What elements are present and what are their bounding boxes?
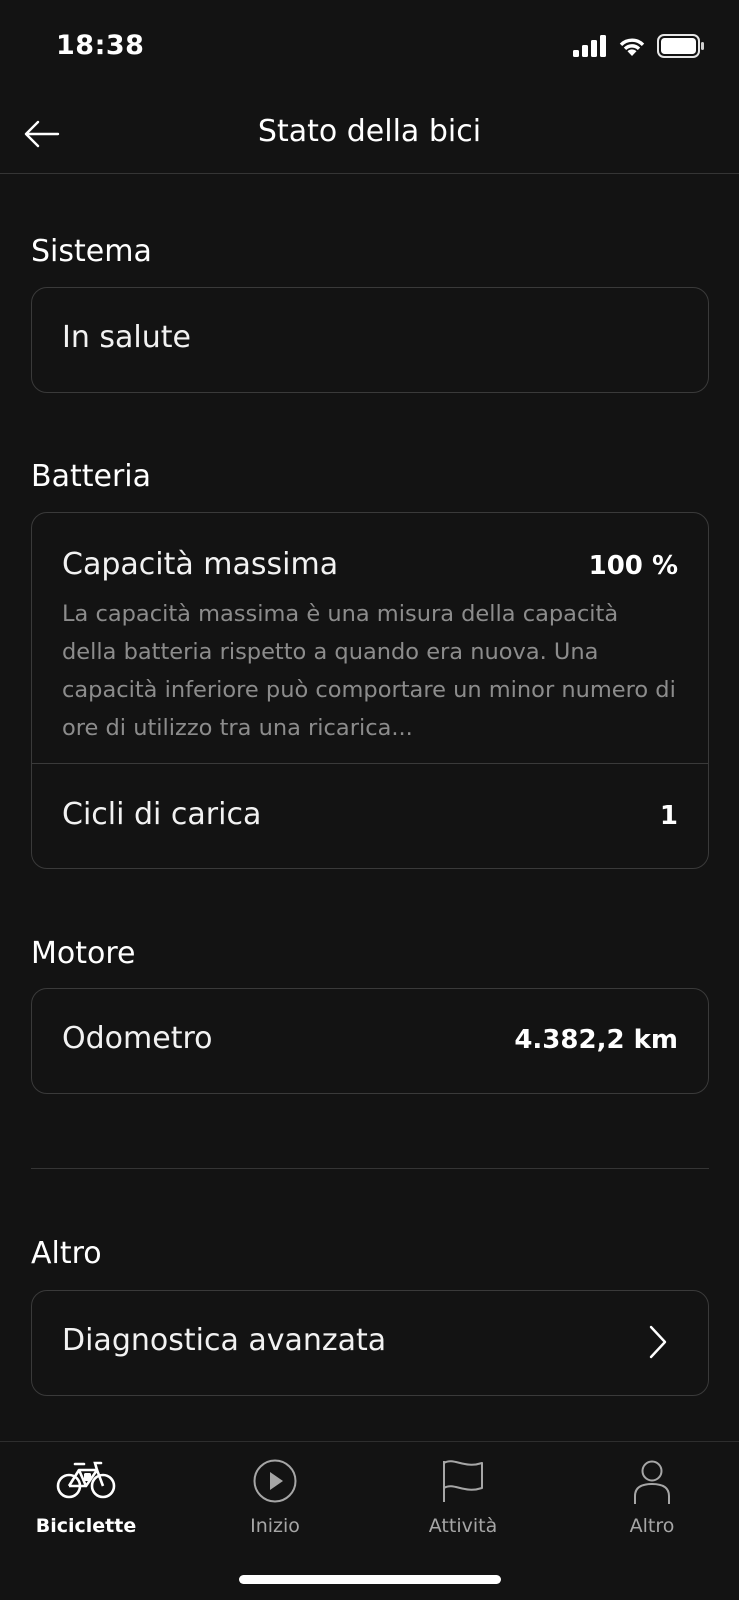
advanced-diagnostics-label: Diagnostica avanzata <box>62 1323 387 1358</box>
page-title: Stato della bici <box>257 114 482 149</box>
tab-inizio[interactable]: Inizio <box>195 1442 355 1562</box>
cellular-signal-icon <box>573 35 606 57</box>
status-time: 18:38 <box>56 30 145 61</box>
system-status-row: In salute <box>32 288 708 394</box>
charge-cycles-value: 1 <box>659 801 678 831</box>
tab-biciclette[interactable]: Biciclette <box>6 1442 166 1562</box>
status-bar: 18:38 <box>0 0 739 96</box>
capacity-value: 100 % <box>588 551 678 581</box>
section-title-batteria: Batteria <box>31 459 151 494</box>
capacity-label: Capacità massima <box>62 547 339 582</box>
charge-cycles-label: Cicli di carica <box>62 797 262 832</box>
home-indicator <box>239 1575 501 1584</box>
wifi-icon <box>619 38 645 56</box>
flag-icon <box>443 1460 483 1502</box>
odometer-value: 4.382,2 km <box>514 1025 678 1055</box>
motor-card: Odometro 4.382,2 km <box>31 988 709 1094</box>
tab-altro[interactable]: Altro <box>572 1442 732 1562</box>
odometer-row: Odometro 4.382,2 km <box>32 989 708 1095</box>
battery-card: Capacità massima 100 % La capacità massi… <box>31 512 709 869</box>
system-status-label: In salute <box>62 320 191 355</box>
tab-label: Attività <box>428 1515 498 1537</box>
status-icons <box>573 34 705 58</box>
person-icon <box>634 1460 670 1504</box>
advanced-diagnostics-card[interactable]: Diagnostica avanzata <box>31 1290 709 1396</box>
battery-capacity-row: Capacità massima 100 % La capacità massi… <box>32 513 708 763</box>
tab-attivita[interactable]: Attività <box>383 1442 543 1562</box>
tab-label: Inizio <box>250 1515 300 1537</box>
chevron-right-icon <box>649 1325 667 1359</box>
section-divider <box>31 1168 709 1169</box>
nav-bar: Stato della bici <box>0 96 739 174</box>
advanced-diagnostics-row[interactable]: Diagnostica avanzata <box>32 1291 708 1397</box>
capacity-description: La capacità massima è una misura della c… <box>62 601 676 741</box>
section-title-altro: Altro <box>31 1236 102 1271</box>
section-title-motore: Motore <box>31 936 136 971</box>
charge-cycles-row: Cicli di carica 1 <box>32 763 708 869</box>
odometer-label: Odometro <box>62 1021 213 1056</box>
tab-label: Biciclette <box>35 1515 137 1537</box>
bicycle-icon <box>56 1461 116 1499</box>
tab-label: Altro <box>629 1515 675 1537</box>
section-title-sistema: Sistema <box>31 234 152 269</box>
system-status-card: In salute <box>31 287 709 393</box>
play-icon <box>253 1459 297 1503</box>
battery-icon <box>657 34 704 58</box>
